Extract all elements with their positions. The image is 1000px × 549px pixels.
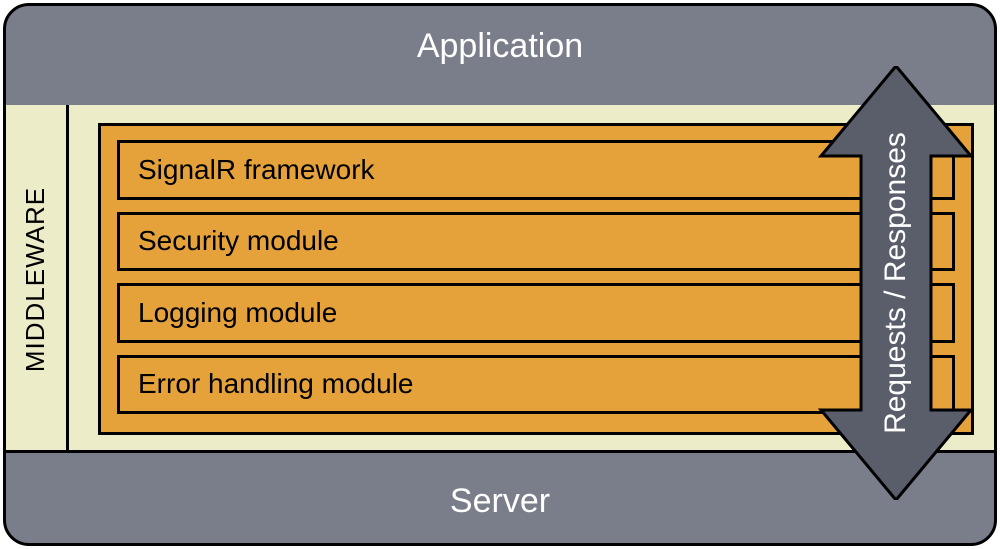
module-row: Logging module bbox=[117, 283, 955, 343]
module-row: Security module bbox=[117, 212, 955, 272]
module-label: Security module bbox=[138, 225, 339, 257]
server-label: Server bbox=[450, 482, 550, 520]
module-row: Error handling module bbox=[117, 355, 955, 415]
application-bar: Application bbox=[6, 6, 994, 108]
middleware-label-strip: MIDDLEWARE bbox=[6, 105, 69, 453]
middleware-label: MIDDLEWARE bbox=[21, 186, 52, 371]
server-bar: Server bbox=[6, 450, 994, 543]
module-label: SignalR framework bbox=[138, 154, 375, 186]
middleware-band: MIDDLEWARE SignalR framework Security mo… bbox=[6, 105, 994, 453]
middleware-stack: SignalR framework Security module Loggin… bbox=[98, 123, 974, 435]
diagram-frame: Application MIDDLEWARE SignalR framework… bbox=[3, 3, 997, 546]
module-label: Error handling module bbox=[138, 368, 414, 400]
module-label: Logging module bbox=[138, 297, 337, 329]
module-row: SignalR framework bbox=[117, 140, 955, 200]
application-label: Application bbox=[417, 27, 583, 65]
